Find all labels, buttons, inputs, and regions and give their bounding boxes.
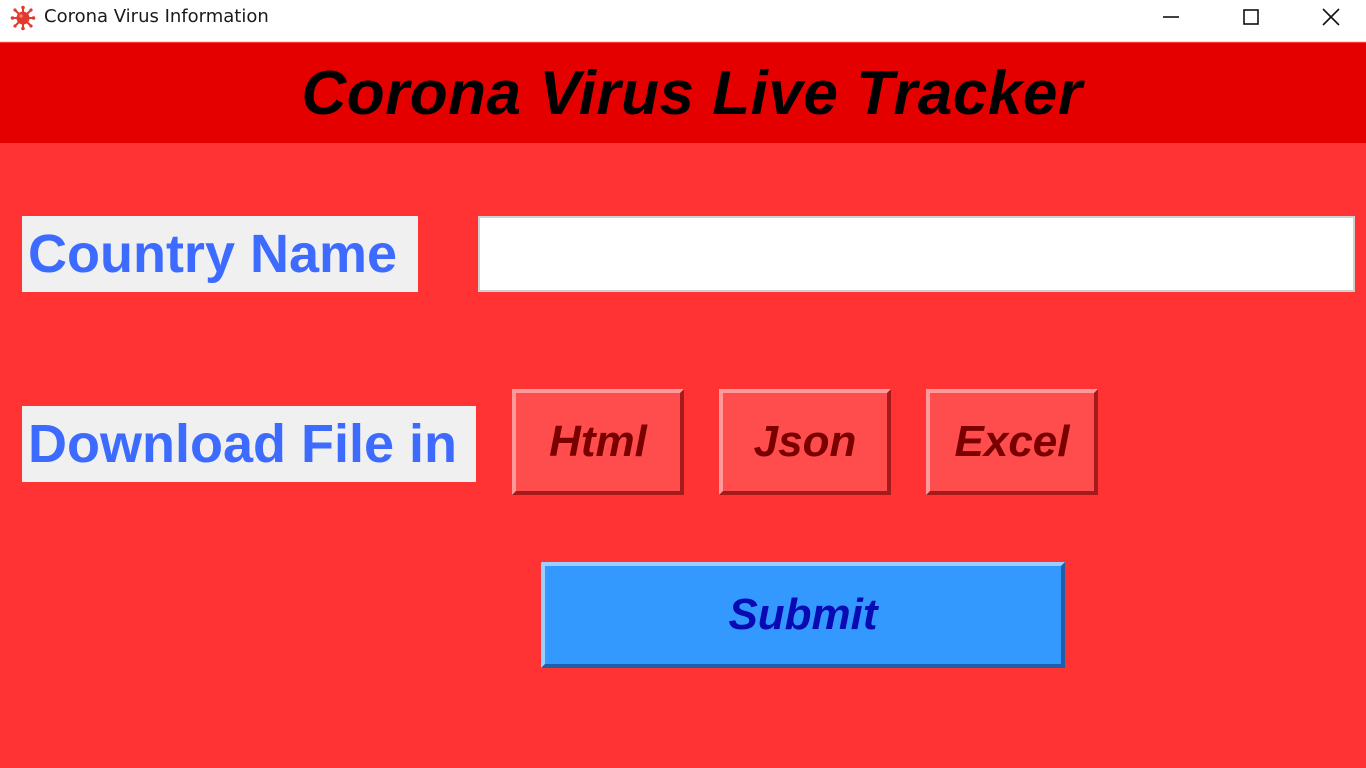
maximize-icon	[1242, 8, 1260, 26]
title-bar: Corona Virus Information	[0, 0, 1366, 42]
download-file-label: Download File in	[22, 406, 476, 482]
minimize-button[interactable]	[1148, 0, 1194, 34]
json-button[interactable]: Json	[719, 389, 891, 495]
country-name-label: Country Name	[22, 216, 418, 292]
window-title: Corona Virus Information	[44, 6, 269, 27]
html-button[interactable]: Html	[512, 389, 684, 495]
close-button[interactable]	[1308, 0, 1354, 34]
excel-button[interactable]: Excel	[926, 389, 1098, 495]
maximize-button[interactable]	[1228, 0, 1274, 34]
header-banner: Corona Virus Live Tracker	[0, 43, 1366, 143]
country-name-input[interactable]	[478, 216, 1355, 292]
app-title: Corona Virus Live Tracker	[301, 58, 1083, 128]
minimize-icon	[1162, 8, 1180, 26]
close-icon	[1322, 8, 1340, 26]
virus-icon	[10, 5, 36, 31]
app-window: Corona Virus Information Corona Virus Li…	[0, 0, 1366, 768]
submit-button[interactable]: Submit	[541, 562, 1065, 668]
